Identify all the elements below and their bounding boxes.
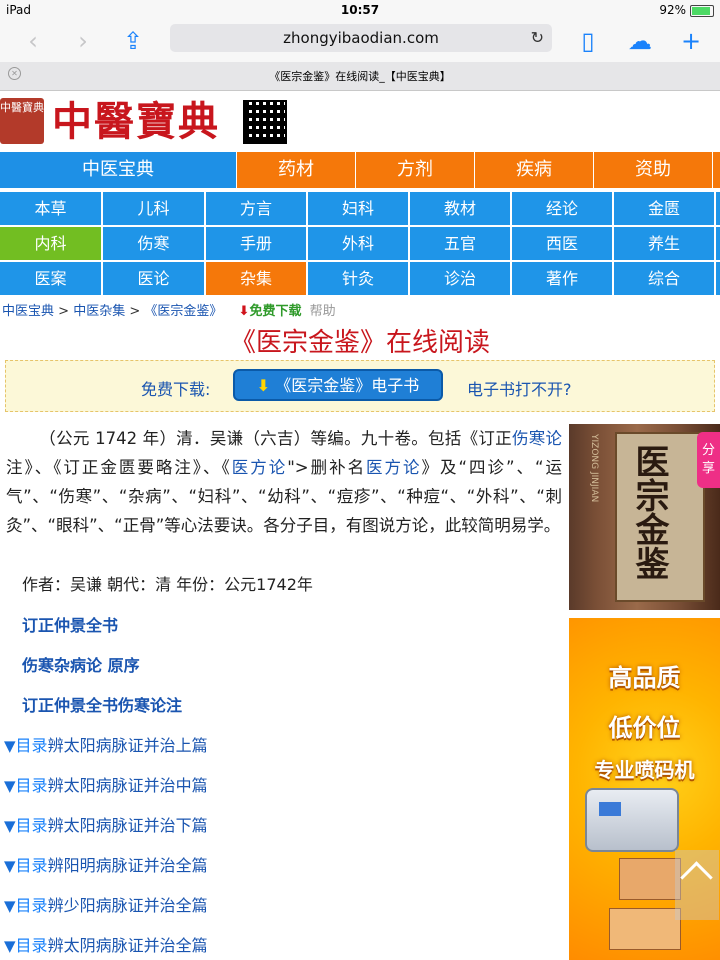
- box-image: [609, 908, 681, 950]
- category-jingui[interactable]: 金匮: [614, 192, 714, 225]
- toc-item[interactable]: ▼目录辨太阳病脉证并治中篇: [4, 772, 208, 796]
- category-fuke[interactable]: 妇科: [308, 192, 408, 225]
- status-bar: iPad 10:57 92%: [0, 0, 720, 20]
- category-overflow: [716, 227, 720, 260]
- download-icon: ⬇: [256, 376, 271, 395]
- qr-code: [243, 100, 287, 144]
- breadcrumb-home[interactable]: 中医宝典: [2, 304, 54, 319]
- reload-icon[interactable]: ↻: [531, 24, 544, 52]
- seal-logo: 中醫寶典: [0, 98, 44, 144]
- toc-item[interactable]: ▼目录辨太阴病脉证并治全篇: [4, 932, 208, 956]
- category-wuguan[interactable]: 五官: [410, 227, 510, 260]
- triangle-down-icon: ▼: [4, 937, 16, 955]
- breadcrumb-current[interactable]: 《医宗金鉴》: [144, 304, 222, 319]
- category-yilun[interactable]: 医论: [103, 262, 204, 295]
- breadcrumb-section[interactable]: 中医杂集: [73, 304, 125, 319]
- triangle-down-icon: ▼: [4, 857, 16, 875]
- toc-item[interactable]: ▼目录辨阳明病脉证并治全篇: [4, 852, 208, 876]
- category-neike[interactable]: 内科: [0, 227, 101, 260]
- category-zonghe[interactable]: 综合: [614, 262, 714, 295]
- nav-donate[interactable]: 资助: [594, 152, 713, 188]
- ad-headline: 高品质: [608, 664, 681, 692]
- chapter-link[interactable]: 伤寒杂病论 原序: [22, 652, 140, 676]
- back-icon[interactable]: ‹: [18, 26, 48, 56]
- category-shanghan[interactable]: 伤寒: [103, 227, 204, 260]
- category-bencao[interactable]: 本草: [0, 192, 101, 225]
- category-overflow: [716, 262, 720, 295]
- box-image: [619, 858, 681, 900]
- breadcrumb-separator: >: [54, 304, 74, 319]
- nav-formulas[interactable]: 方剂: [356, 152, 475, 188]
- category-jinglun[interactable]: 经论: [512, 192, 612, 225]
- breadcrumb: 中医宝典 > 中医杂集 > 《医宗金鉴》 ⬇免费下载 帮助: [2, 300, 336, 319]
- chapter-link[interactable]: 订正仲景全书伤寒论注: [22, 692, 182, 716]
- inline-link[interactable]: 医方论: [366, 458, 421, 477]
- download-arrow-icon: ⬇: [238, 304, 250, 319]
- address-bar[interactable]: zhongyibaodian.com ↻: [170, 24, 552, 52]
- toc-item[interactable]: ▼目录辨少阳病脉证并治全篇: [4, 892, 208, 916]
- category-zaji[interactable]: 杂集: [206, 262, 306, 295]
- triangle-down-icon: ▼: [4, 777, 16, 795]
- toc-item[interactable]: ▼目录辨太阳病脉证并治上篇: [4, 732, 208, 756]
- category-yian[interactable]: 医案: [0, 262, 101, 295]
- site-logo[interactable]: 中醫寶典 中醫寶典: [0, 98, 300, 148]
- share-icon[interactable]: ⇪: [118, 26, 148, 56]
- advertisement[interactable]: 高品质 低价位 专业喷码机: [569, 618, 720, 960]
- help-link[interactable]: 帮助: [310, 304, 336, 319]
- category-shouce[interactable]: 手册: [206, 227, 306, 260]
- triangle-down-icon: ▼: [4, 737, 16, 755]
- book-cover-label: 医宗金鉴: [615, 432, 705, 602]
- toc-item[interactable]: ▼目录辨太阳病脉证并治下篇: [4, 812, 208, 836]
- ad-headline: 低价位: [608, 714, 681, 742]
- book-spine-text: YIZONG JINJIAN: [589, 434, 599, 503]
- main-nav: 中医宝典 药材 方剂 疾病 资助: [0, 152, 720, 188]
- category-erke[interactable]: 儿科: [103, 192, 204, 225]
- logo-title: 中醫寶典: [52, 98, 220, 145]
- battery-percent: 92%: [659, 3, 686, 17]
- chevron-up-icon: [680, 861, 713, 894]
- chapter-link[interactable]: 订正仲景全书: [22, 612, 118, 636]
- triangle-down-icon: ▼: [4, 897, 16, 915]
- tab-title[interactable]: 《医宗金鉴》在线阅读_【中医宝典】: [0, 68, 720, 84]
- category-jiaocai[interactable]: 教材: [410, 192, 510, 225]
- category-overflow: [716, 192, 720, 225]
- cloud-tabs-icon[interactable]: ☁: [625, 26, 655, 56]
- category-zhenjiu[interactable]: 针灸: [308, 262, 408, 295]
- nav-herbs[interactable]: 药材: [237, 152, 356, 188]
- category-xiyi[interactable]: 西医: [512, 227, 612, 260]
- url-text: zhongyibaodian.com: [283, 29, 439, 47]
- book-meta: 作者：吴谦 朝代：清 年份：公元1742年: [22, 575, 313, 594]
- download-label: 免费下载:: [141, 380, 211, 399]
- bookmarks-icon[interactable]: ▯: [573, 26, 603, 56]
- category-zhuzuo[interactable]: 著作: [512, 262, 612, 295]
- page-title: 《医宗金鉴》在线阅读: [229, 328, 490, 358]
- category-waike[interactable]: 外科: [308, 227, 408, 260]
- inline-link[interactable]: 伤寒论: [512, 429, 562, 448]
- ebook-download-button[interactable]: ⬇ 《医宗金鉴》电子书: [233, 369, 443, 401]
- forward-icon[interactable]: ›: [68, 26, 98, 56]
- nav-diseases[interactable]: 疾病: [475, 152, 594, 188]
- intro-paragraph: （公元 1742 年）清．吴谦（六吉）等编。九十卷。包括《订正伤寒论注》、《订正…: [6, 429, 563, 535]
- tab-bar: ✕ 《医宗金鉴》在线阅读_【中医宝典】: [0, 62, 720, 91]
- inline-link[interactable]: 医方论: [232, 458, 287, 477]
- ebook-help-link[interactable]: 电子书打不开?: [467, 376, 572, 400]
- scroll-top-button[interactable]: [675, 850, 719, 920]
- battery-icon: [690, 5, 714, 17]
- category-fangyan[interactable]: 方言: [206, 192, 306, 225]
- breadcrumb-separator: >: [125, 304, 145, 319]
- ad-headline: 专业喷码机: [594, 758, 695, 782]
- new-tab-icon[interactable]: +: [676, 26, 706, 56]
- free-download-link[interactable]: ⬇免费下载: [239, 304, 302, 319]
- clock: 10:57: [340, 3, 380, 17]
- category-zhenzhi[interactable]: 诊治: [410, 262, 510, 295]
- triangle-down-icon: ▼: [4, 817, 16, 835]
- printer-image: [585, 788, 679, 852]
- download-box: 免费下载: ⬇ 《医宗金鉴》电子书 电子书打不开?: [5, 360, 715, 412]
- browser-toolbar: ‹ › ⇪ zhongyibaodian.com ↻ ▯ ☁ +: [0, 20, 720, 62]
- share-button[interactable]: 分享: [697, 432, 720, 488]
- nav-home[interactable]: 中医宝典: [0, 152, 237, 188]
- category-yangsheng[interactable]: 养生: [614, 227, 714, 260]
